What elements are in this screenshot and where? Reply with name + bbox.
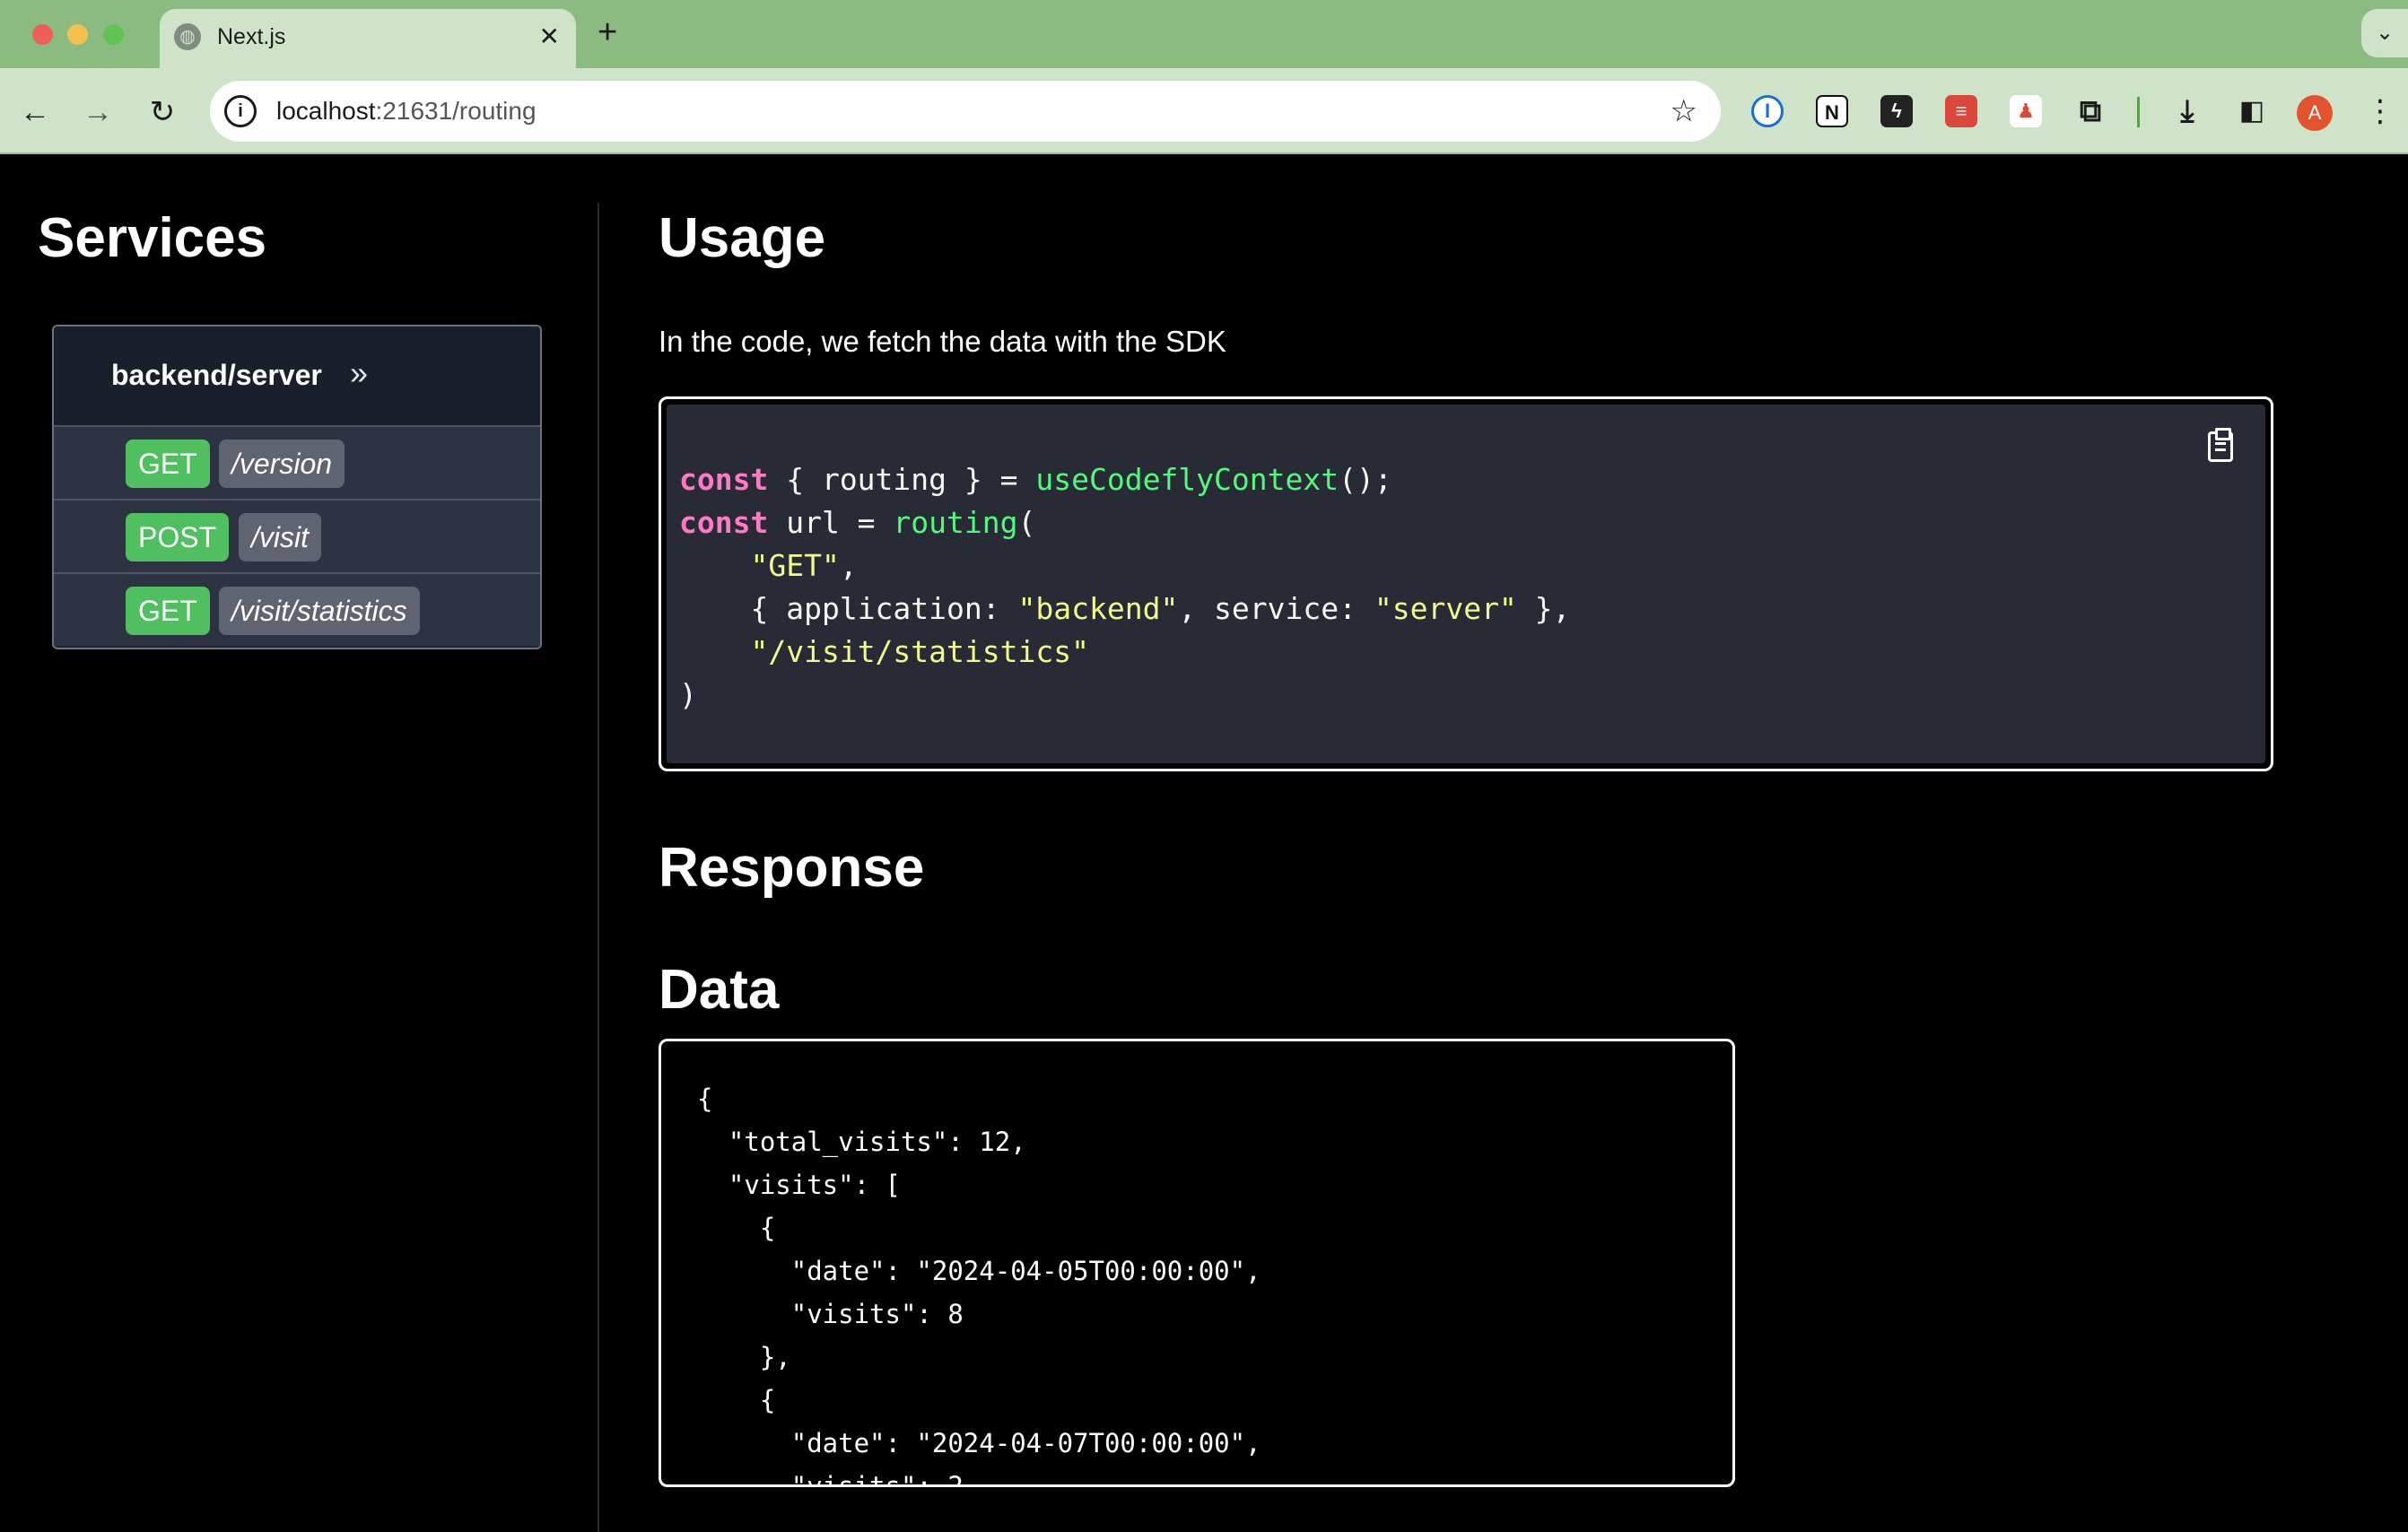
window-minimize-button[interactable]: [67, 24, 88, 45]
code-keyword: const: [679, 505, 769, 540]
forward-arrow-icon[interactable]: →: [75, 90, 120, 135]
side-panel-icon[interactable]: ◧: [2236, 95, 2268, 127]
response-json: { "total_visits": 12, "visits": [ { "dat…: [697, 1077, 1261, 1487]
people-extension-icon[interactable]: ♟: [2010, 95, 2042, 127]
json-line: "visits": 2: [697, 1471, 964, 1487]
method-badge: POST: [126, 513, 230, 561]
response-data-box[interactable]: { "total_visits": 12, "visits": [ { "dat…: [659, 1039, 1735, 1487]
code-string: "/visit/statistics": [750, 634, 1089, 669]
extensions-puzzle-icon[interactable]: ⧉: [2074, 95, 2107, 127]
browser-toolbar: ← → ↻ i localhost:21631/routing ☆ I N ϟ …: [0, 68, 2408, 154]
chevron-right-double-icon[interactable]: »: [350, 353, 368, 393]
json-line: "visits": 8: [697, 1299, 964, 1329]
sidebar-title: Services: [38, 207, 267, 269]
todo-extension-icon[interactable]: ≡: [1945, 95, 1977, 127]
endpoint-path: /visit/statistics: [219, 587, 420, 635]
tab-close-icon[interactable]: ✕: [539, 22, 560, 52]
json-line: },: [697, 1342, 791, 1372]
code-function: routing: [893, 505, 1018, 540]
code-text: { routing } =: [768, 462, 1036, 497]
service-header[interactable]: backend/server »: [54, 326, 540, 425]
service-card: backend/server » GET /version POST /visi…: [52, 325, 542, 649]
endpoint-item[interactable]: GET /version: [54, 425, 540, 499]
toolbar-divider: [2137, 97, 2140, 127]
profile-avatar[interactable]: A: [2297, 95, 2333, 131]
code-keyword: const: [679, 462, 769, 497]
reload-icon[interactable]: ↻: [140, 90, 185, 135]
service-name: backend/server: [111, 359, 322, 391]
window-zoom-button[interactable]: [103, 24, 124, 45]
data-heading: Data: [659, 959, 780, 1021]
code-string: "server": [1374, 591, 1517, 626]
code-snippet[interactable]: const { routing } = useCodeflyContext();…: [679, 458, 1570, 717]
endpoint-item[interactable]: GET /visit/statistics: [54, 572, 540, 646]
code-function: useCodeflyContext: [1035, 462, 1339, 497]
window-close-button[interactable]: [32, 24, 53, 45]
json-line: "date": "2024-04-07T00:00:00",: [697, 1428, 1261, 1458]
code-text: ): [679, 677, 697, 712]
response-heading: Response: [659, 837, 925, 899]
download-icon[interactable]: ⤓: [2171, 95, 2203, 127]
code-block: const { routing } = useCodeflyContext();…: [659, 396, 2273, 771]
password-manager-extension-icon[interactable]: I: [1751, 95, 1784, 127]
more-menu-icon[interactable]: ⋮: [2365, 91, 2395, 131]
json-line: "visits": [: [697, 1170, 901, 1200]
tab-title: Next.js: [217, 24, 286, 49]
notion-extension-icon[interactable]: N: [1816, 95, 1848, 127]
code-text: (: [1017, 505, 1036, 540]
main-content: Usage In the code, we fetch the data wit…: [659, 156, 2363, 1532]
back-arrow-icon[interactable]: ←: [13, 90, 57, 135]
usage-description: In the code, we fetch the data with the …: [659, 325, 1226, 358]
address-bar[interactable]: i localhost:21631/routing ☆: [210, 81, 1721, 142]
code-text: , service:: [1178, 591, 1374, 626]
json-line: {: [697, 1084, 713, 1114]
bookmark-star-icon[interactable]: ☆: [1671, 91, 1697, 131]
lightning-extension-icon[interactable]: ϟ: [1880, 95, 1913, 127]
page-content: Services backend/server » GET /version P…: [0, 156, 2408, 1532]
code-text: },: [1516, 591, 1571, 626]
endpoint-path: /version: [219, 440, 345, 488]
url-host: localhost: [276, 97, 376, 125]
code-string: "GET": [750, 548, 840, 583]
code-text: { application:: [750, 591, 1018, 626]
endpoint-path: /visit: [239, 513, 321, 561]
globe-icon: ◍: [174, 23, 201, 50]
url-path: :21631/routing: [375, 97, 537, 125]
copy-clipboard-icon[interactable]: [2208, 428, 2233, 462]
method-badge: GET: [126, 440, 210, 488]
site-info-icon[interactable]: i: [224, 95, 257, 127]
endpoint-item[interactable]: POST /visit: [54, 499, 540, 572]
tab-search-button[interactable]: ⌄: [2361, 9, 2408, 57]
code-text: ();: [1339, 462, 1392, 497]
url-text[interactable]: localhost:21631/routing: [276, 95, 537, 127]
code-string: "backend": [1017, 591, 1179, 626]
browser-tab[interactable]: ◍ Next.js ✕: [160, 9, 576, 68]
code-text: url =: [768, 505, 894, 540]
browser-tab-bar: ◍ Next.js ✕ + ⌄: [0, 0, 2408, 68]
json-line: "date": "2024-04-05T00:00:00",: [697, 1256, 1261, 1286]
code-text: ,: [839, 548, 858, 583]
new-tab-button[interactable]: +: [598, 14, 617, 50]
code-block-inner: const { routing } = useCodeflyContext();…: [667, 405, 2265, 763]
usage-heading: Usage: [659, 207, 826, 269]
json-line: {: [697, 1385, 776, 1415]
json-line: {: [697, 1213, 776, 1243]
method-badge: GET: [126, 587, 210, 635]
json-line: "total_visits": 12,: [697, 1127, 1026, 1157]
